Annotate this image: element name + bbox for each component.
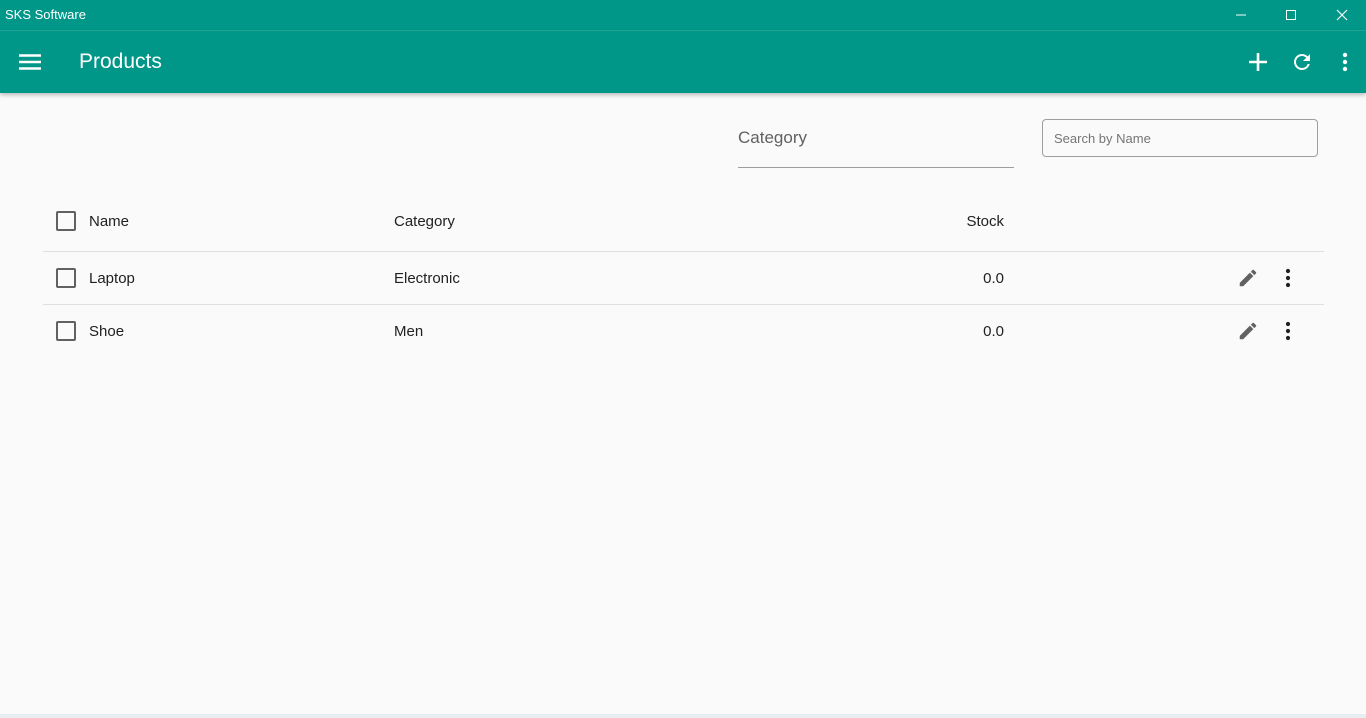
maximize-icon — [1286, 10, 1296, 20]
add-icon — [1249, 53, 1267, 71]
minimize-icon — [1236, 14, 1246, 16]
window-titlebar: SKS Software — [0, 0, 1366, 31]
cell-stock: 0.0 — [983, 323, 1004, 340]
cell-category: Men — [394, 323, 424, 340]
app-bar: Products — [0, 31, 1366, 93]
products-table: Name Category Stock Laptop Electronic 0.… — [43, 192, 1324, 358]
row-checkbox[interactable] — [56, 268, 76, 288]
more-vert-icon — [1285, 268, 1291, 288]
add-button[interactable] — [1242, 46, 1274, 78]
category-label: Category — [738, 128, 807, 147]
more-vert-icon — [1342, 52, 1348, 72]
close-button[interactable] — [1319, 0, 1365, 30]
select-all-checkbox[interactable] — [56, 211, 76, 231]
column-header-category[interactable]: Category — [394, 213, 455, 230]
edit-icon — [1239, 322, 1257, 340]
menu-button[interactable] — [14, 46, 46, 78]
edit-button[interactable] — [1234, 317, 1262, 345]
refresh-button[interactable] — [1286, 46, 1318, 78]
menu-icon — [19, 54, 41, 70]
cell-name: Laptop — [89, 270, 135, 287]
window-bottom-edge — [0, 714, 1366, 718]
minimize-button[interactable] — [1218, 0, 1264, 30]
row-more-button[interactable] — [1274, 317, 1302, 345]
more-options-button[interactable] — [1329, 46, 1361, 78]
table-row[interactable]: Shoe Men 0.0 — [43, 305, 1324, 358]
row-checkbox[interactable] — [56, 321, 76, 341]
window-title: SKS Software — [5, 7, 86, 22]
edit-icon — [1239, 269, 1257, 287]
edit-button[interactable] — [1234, 264, 1262, 292]
page-title: Products — [79, 50, 162, 73]
search-input[interactable] — [1042, 119, 1318, 157]
close-icon — [1336, 9, 1348, 21]
cell-stock: 0.0 — [983, 270, 1004, 287]
category-select[interactable]: Category — [738, 118, 1014, 168]
table-row[interactable]: Laptop Electronic 0.0 — [43, 252, 1324, 305]
maximize-button[interactable] — [1268, 0, 1314, 30]
cell-name: Shoe — [89, 323, 125, 340]
more-vert-icon — [1285, 321, 1291, 341]
refresh-icon — [1294, 54, 1310, 70]
table-header: Name Category Stock — [43, 192, 1324, 252]
cell-category: Electronic — [394, 270, 460, 287]
column-header-name[interactable]: Name — [89, 213, 129, 230]
column-header-stock[interactable]: Stock — [966, 213, 1004, 230]
row-more-button[interactable] — [1274, 264, 1302, 292]
